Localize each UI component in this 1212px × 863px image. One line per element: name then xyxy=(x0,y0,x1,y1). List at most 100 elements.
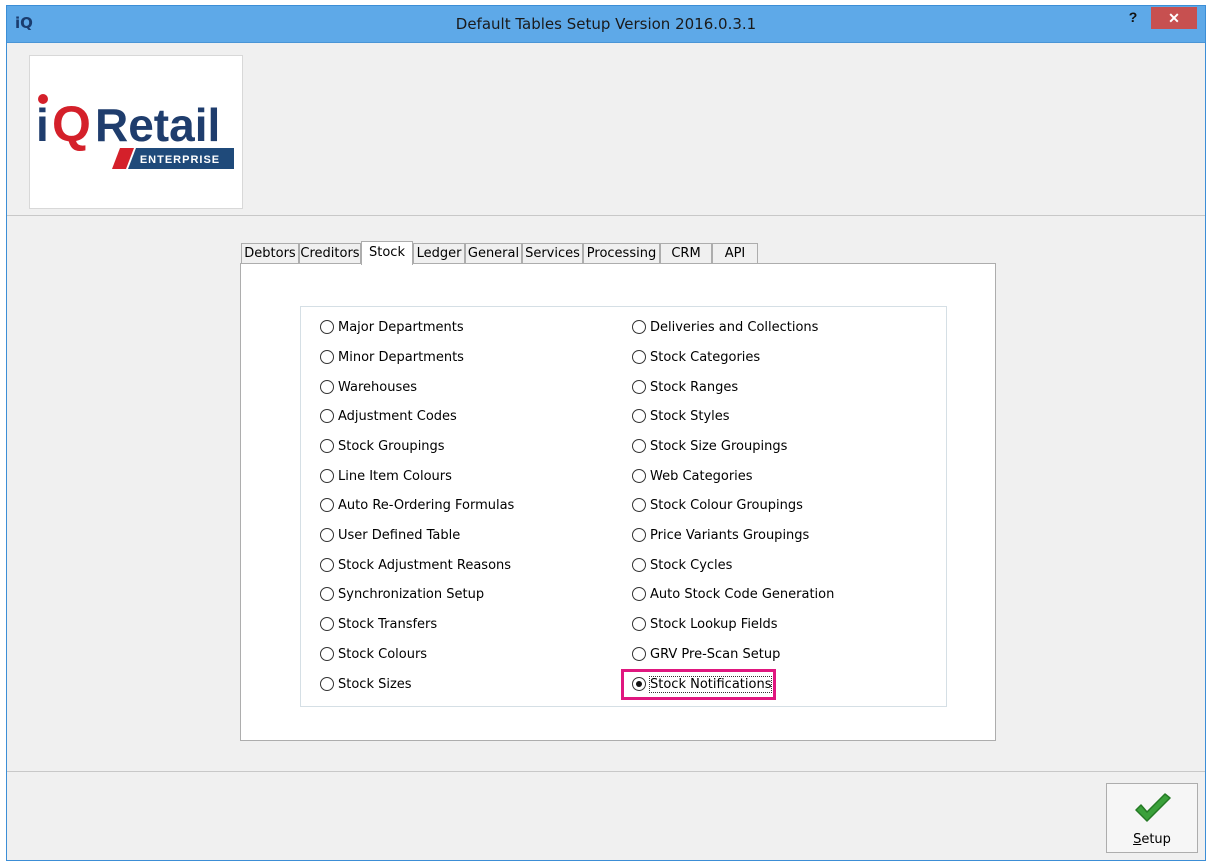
radio-user-defined-table[interactable]: User Defined Table xyxy=(320,525,460,545)
radio-button[interactable] xyxy=(320,498,334,512)
tab-api[interactable]: API xyxy=(712,243,758,263)
window-title: Default Tables Setup Version 2016.0.3.1 xyxy=(455,15,757,33)
content-area: Debtors Creditors Stock Ledger General S… xyxy=(7,216,1205,770)
radio-label: Stock Ranges xyxy=(650,379,739,395)
logo-retail: Retail xyxy=(95,99,220,151)
iq-retail-logo: i Q Retail ENTERPRISE xyxy=(29,55,243,209)
stock-tab-panel: Major Departments Minor Departments Ware… xyxy=(240,263,996,741)
help-button[interactable]: ? xyxy=(1123,9,1143,31)
radio-stock-colour-groupings[interactable]: Stock Colour Groupings xyxy=(632,495,803,515)
title-bar[interactable]: iQ Default Tables Setup Version 2016.0.3… xyxy=(7,6,1205,43)
logo-i: i xyxy=(36,99,49,151)
radio-button[interactable] xyxy=(632,587,646,601)
radio-button[interactable] xyxy=(320,528,334,542)
radio-button-selected[interactable] xyxy=(632,677,646,691)
checkmark-icon xyxy=(1135,793,1171,822)
radio-label: Auto Stock Code Generation xyxy=(650,586,835,602)
radio-button[interactable] xyxy=(632,439,646,453)
header-area: i Q Retail ENTERPRISE xyxy=(7,43,1205,216)
radio-auto-stock-code-generation[interactable]: Auto Stock Code Generation xyxy=(632,584,834,604)
radio-grv-pre-scan-setup[interactable]: GRV Pre-Scan Setup xyxy=(632,644,780,664)
radio-button[interactable] xyxy=(632,647,646,661)
tab-processing[interactable]: Processing xyxy=(583,243,660,263)
radio-button[interactable] xyxy=(632,558,646,572)
radio-stock-size-groupings[interactable]: Stock Size Groupings xyxy=(632,436,787,456)
radio-auto-reordering-formulas[interactable]: Auto Re-Ordering Formulas xyxy=(320,495,514,515)
radio-button[interactable] xyxy=(320,587,334,601)
tab-general[interactable]: General xyxy=(465,243,522,263)
radio-stock-categories[interactable]: Stock Categories xyxy=(632,347,760,367)
radio-button[interactable] xyxy=(632,409,646,423)
radio-label: Stock Categories xyxy=(650,349,761,365)
radio-label: Stock Size Groupings xyxy=(650,438,788,454)
setup-button[interactable]: Setup xyxy=(1106,783,1198,853)
radio-label: Stock Adjustment Reasons xyxy=(338,557,512,573)
radio-line-item-colours[interactable]: Line Item Colours xyxy=(320,466,452,486)
radio-button[interactable] xyxy=(320,469,334,483)
radio-label: User Defined Table xyxy=(338,527,461,543)
radio-price-variants-groupings[interactable]: Price Variants Groupings xyxy=(632,525,809,545)
main-window: iQ Default Tables Setup Version 2016.0.3… xyxy=(6,5,1206,861)
radio-button[interactable] xyxy=(632,469,646,483)
radio-stock-colours[interactable]: Stock Colours xyxy=(320,644,427,664)
radio-label: Stock Cycles xyxy=(650,557,733,573)
radio-stock-transfers[interactable]: Stock Transfers xyxy=(320,614,437,634)
close-button[interactable]: ✕ xyxy=(1151,7,1197,29)
radio-button[interactable] xyxy=(632,528,646,542)
radio-stock-sizes[interactable]: Stock Sizes xyxy=(320,674,412,694)
radio-label: Line Item Colours xyxy=(338,468,452,484)
radio-stock-ranges[interactable]: Stock Ranges xyxy=(632,377,738,397)
tab-crm[interactable]: CRM xyxy=(660,243,712,263)
radio-label: Deliveries and Collections xyxy=(650,319,819,335)
radio-stock-cycles[interactable]: Stock Cycles xyxy=(632,555,732,575)
radio-button[interactable] xyxy=(320,647,334,661)
stock-tables-group: Major Departments Minor Departments Ware… xyxy=(300,306,947,707)
radio-label: Stock Lookup Fields xyxy=(650,616,778,632)
radio-label: Web Categories xyxy=(650,468,753,484)
radio-button[interactable] xyxy=(320,558,334,572)
tab-ledger[interactable]: Ledger xyxy=(413,243,465,263)
radio-label: GRV Pre-Scan Setup xyxy=(650,646,781,662)
radio-label: Major Departments xyxy=(338,319,464,335)
radio-label: Stock Notifications xyxy=(648,675,773,693)
radio-label: Auto Re-Ordering Formulas xyxy=(338,497,515,513)
radio-label: Adjustment Codes xyxy=(338,408,457,424)
tab-creditors[interactable]: Creditors xyxy=(299,243,361,263)
radio-button[interactable] xyxy=(320,677,334,691)
radio-stock-notifications[interactable]: Stock Notifications xyxy=(632,674,773,694)
radio-label: Warehouses xyxy=(338,379,418,395)
radio-label: Stock Colours xyxy=(338,646,428,662)
radio-deliveries-and-collections[interactable]: Deliveries and Collections xyxy=(632,317,818,337)
radio-label: Stock Groupings xyxy=(338,438,445,454)
radio-button[interactable] xyxy=(632,320,646,334)
setup-label: Setup xyxy=(1133,832,1171,847)
radio-web-categories[interactable]: Web Categories xyxy=(632,466,753,486)
radio-stock-lookup-fields[interactable]: Stock Lookup Fields xyxy=(632,614,778,634)
radio-button[interactable] xyxy=(320,439,334,453)
radio-button[interactable] xyxy=(320,409,334,423)
tab-debtors[interactable]: Debtors xyxy=(241,243,299,263)
radio-button[interactable] xyxy=(632,350,646,364)
radio-label: Stock Colour Groupings xyxy=(650,497,803,513)
radio-button[interactable] xyxy=(632,380,646,394)
radio-button[interactable] xyxy=(320,350,334,364)
radio-adjustment-codes[interactable]: Adjustment Codes xyxy=(320,406,457,426)
radio-label: Stock Styles xyxy=(650,408,730,424)
radio-button[interactable] xyxy=(632,617,646,631)
radio-button[interactable] xyxy=(632,498,646,512)
radio-warehouses[interactable]: Warehouses xyxy=(320,377,417,397)
tab-stock[interactable]: Stock xyxy=(361,241,413,265)
logo-edition: ENTERPRISE xyxy=(140,154,220,166)
radio-stock-groupings[interactable]: Stock Groupings xyxy=(320,436,445,456)
radio-stock-styles[interactable]: Stock Styles xyxy=(632,406,730,426)
radio-stock-adjustment-reasons[interactable]: Stock Adjustment Reasons xyxy=(320,555,511,575)
radio-label: Synchronization Setup xyxy=(338,586,485,602)
radio-button[interactable] xyxy=(320,617,334,631)
radio-minor-departments[interactable]: Minor Departments xyxy=(320,347,464,367)
tab-services[interactable]: Services xyxy=(522,243,583,263)
radio-button[interactable] xyxy=(320,380,334,394)
radio-button[interactable] xyxy=(320,320,334,334)
radio-major-departments[interactable]: Major Departments xyxy=(320,317,464,337)
radio-synchronization-setup[interactable]: Synchronization Setup xyxy=(320,584,484,604)
footer-area: Setup xyxy=(7,771,1205,862)
